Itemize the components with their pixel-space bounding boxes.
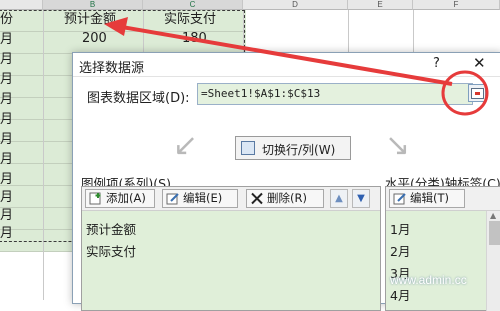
move-down-button[interactable]: ▼ bbox=[352, 189, 370, 208]
cell-month-label[interactable]: 月 bbox=[0, 206, 13, 226]
switch-row-column-icon bbox=[241, 141, 255, 155]
column-header-e[interactable]: E bbox=[348, 0, 413, 10]
move-up-button[interactable]: ▲ bbox=[330, 189, 348, 208]
curved-arrow-left-icon: ↙ bbox=[173, 128, 199, 163]
cell-a1[interactable]: 份 bbox=[0, 9, 13, 31]
range-collapse-button[interactable] bbox=[468, 84, 486, 102]
arrow-up-icon: ▲ bbox=[335, 193, 343, 204]
legend-toolbar: 添加(A) 编辑(E) 删除(R) ▲ ▼ bbox=[82, 187, 380, 211]
edit-axis-button[interactable]: 编辑(T) bbox=[389, 189, 465, 208]
delete-series-button[interactable]: 删除(R) bbox=[246, 189, 324, 208]
cell-month-label[interactable]: 月 bbox=[0, 224, 13, 244]
cell-month-label[interactable]: 月 bbox=[0, 30, 13, 50]
switch-row-column-label: 切换行/列(W) bbox=[262, 143, 336, 157]
cell-month-label[interactable]: 月 bbox=[0, 50, 13, 70]
cell-month-label[interactable]: 月 bbox=[0, 130, 13, 150]
axis-label-item[interactable]: 4月 bbox=[390, 285, 410, 304]
axis-toolbar: 编辑(T) bbox=[386, 187, 500, 211]
edit-icon bbox=[393, 192, 407, 205]
edit-series-label: 编辑(E) bbox=[183, 191, 223, 205]
chart-range-label: 图表数据区域(D): bbox=[87, 91, 190, 106]
axis-label-item[interactable]: 1月 bbox=[390, 219, 410, 238]
column-header-d[interactable]: D bbox=[243, 0, 348, 10]
legend-series-item[interactable]: 预计金额 bbox=[86, 219, 136, 238]
range-collapse-icon bbox=[471, 88, 484, 99]
axis-label-item[interactable]: 2月 bbox=[390, 241, 410, 260]
add-series-icon bbox=[89, 192, 103, 205]
dialog-titlebar[interactable]: 选择数据源 ? ✕ bbox=[73, 53, 500, 77]
chart-range-input[interactable]: =Sheet1!$A$1:$C$13 bbox=[197, 83, 473, 105]
cell-month-label[interactable]: 月 bbox=[0, 170, 13, 190]
delete-series-label: 删除(R) bbox=[267, 191, 307, 205]
arrow-down-icon: ▼ bbox=[357, 193, 365, 204]
cell-month-label[interactable]: 月 bbox=[0, 90, 13, 110]
axis-labels-panel: 编辑(T) 1月 2月 3月 4月 ▲ bbox=[385, 186, 500, 311]
cell-month-label[interactable]: 月 bbox=[0, 70, 13, 90]
cell-b2[interactable]: 200 bbox=[82, 28, 107, 50]
close-button[interactable]: ✕ bbox=[473, 54, 486, 72]
select-data-source-dialog: 选择数据源 ? ✕ 图表数据区域(D): =Sheet1!$A$1:$C$13 … bbox=[72, 52, 500, 311]
switch-row-column-button[interactable]: 切换行/列(W) bbox=[235, 136, 351, 160]
cell-month-label[interactable]: 月 bbox=[0, 150, 13, 170]
dialog-title: 选择数据源 bbox=[79, 61, 145, 76]
scroll-thumb[interactable] bbox=[489, 221, 500, 245]
cell-c2[interactable]: 180 bbox=[182, 28, 207, 50]
sheet-row bbox=[0, 32, 246, 54]
watermark-text: www.admin.cc bbox=[390, 273, 467, 287]
edit-series-button[interactable]: 编辑(E) bbox=[162, 189, 238, 208]
add-series-button[interactable]: 添加(A) bbox=[85, 189, 155, 208]
column-divider bbox=[43, 10, 44, 300]
cell-month-label[interactable]: 月 bbox=[0, 188, 13, 208]
cell-month-label[interactable]: 月 bbox=[0, 110, 13, 130]
curved-arrow-right-icon: ↘ bbox=[385, 128, 411, 163]
column-header-f[interactable]: F bbox=[413, 0, 500, 10]
edit-icon bbox=[166, 192, 180, 205]
edit-axis-label: 编辑(T) bbox=[410, 191, 449, 205]
legend-series-item[interactable]: 实际支付 bbox=[86, 241, 136, 260]
add-series-label: 添加(A) bbox=[106, 191, 146, 205]
axis-scrollbar[interactable]: ▲ bbox=[486, 211, 500, 311]
scroll-up-icon[interactable]: ▲ bbox=[490, 211, 496, 220]
delete-x-icon bbox=[250, 192, 264, 205]
help-button[interactable]: ? bbox=[433, 56, 440, 71]
legend-entries-panel: 添加(A) 编辑(E) 删除(R) ▲ ▼ 预计金额 实际支付 bbox=[81, 186, 381, 311]
